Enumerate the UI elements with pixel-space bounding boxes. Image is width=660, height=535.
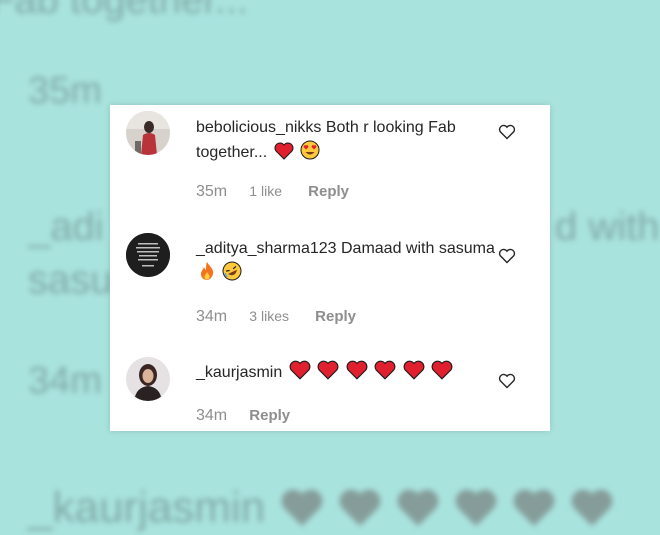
bg-user-3: _kaurjasmin [28,483,266,532]
rolling-laughing-face-icon [222,261,242,281]
comment-time: 34m [196,308,228,325]
bg-heart-icon [571,489,613,526]
bg-heart-icon [455,489,497,526]
heart-eyes-face-icon [300,140,320,160]
comment-meta: 34m 3 likes Reply [196,308,356,326]
bg-text-2-right: d with [555,205,660,249]
comment-likes[interactable]: 3 likes [249,308,289,324]
comment-likes[interactable]: 1 like [249,183,282,199]
bg-time-2: 34m [28,360,102,402]
red-heart-icon [374,360,396,380]
comment-meta: 35m 1 like Reply [196,183,349,201]
avatar[interactable] [126,111,170,155]
reply-button[interactable]: Reply [315,308,356,325]
bg-text-2: sasu [28,258,113,302]
comment-time: 34m [196,407,228,424]
avatar[interactable] [126,357,170,401]
red-heart-icon [317,360,339,380]
red-heart-icon [403,360,424,380]
comment-username[interactable]: _kaurjasmin [196,364,282,381]
comment-meta: 34m Reply [196,407,290,425]
bg-user-2: _adi [28,205,104,249]
bg-heart-icon [397,489,439,526]
comment-body: bebolicious_nikks Both r looking Fab tog… [196,115,496,165]
avatar[interactable] [126,233,170,277]
red-heart-icon [346,360,368,380]
comment-hearts [287,360,453,381]
bg-heart-icon [281,489,323,526]
comments-card: bebolicious_nikks Both r looking Fab tog… [110,105,550,431]
bg-top-text: Fab together... [0,0,248,22]
bg-time-1: 35m [28,70,102,112]
like-heart-icon[interactable] [498,123,516,141]
reply-button[interactable]: Reply [308,183,349,200]
like-heart-icon[interactable] [498,247,516,265]
bg-heart-icon [339,489,381,526]
comment-body: _aditya_sharma123 Damaad with sasuma [196,236,496,286]
comment-text: Damaad with sasuma [341,240,495,257]
like-heart-icon[interactable] [498,372,516,390]
red-heart-icon [431,360,453,380]
fire-icon [201,262,214,280]
bg-heart-icon [513,489,555,526]
red-heart-icon [274,142,294,160]
reply-button[interactable]: Reply [249,407,290,424]
bg-hearts [281,489,613,526]
comment-body: _kaurjasmin [196,360,496,385]
red-heart-icon [289,360,311,380]
comment-time: 35m [196,183,228,200]
comment-username[interactable]: _aditya_sharma123 [196,240,337,257]
comment-username[interactable]: bebolicious_nikks [196,119,321,136]
